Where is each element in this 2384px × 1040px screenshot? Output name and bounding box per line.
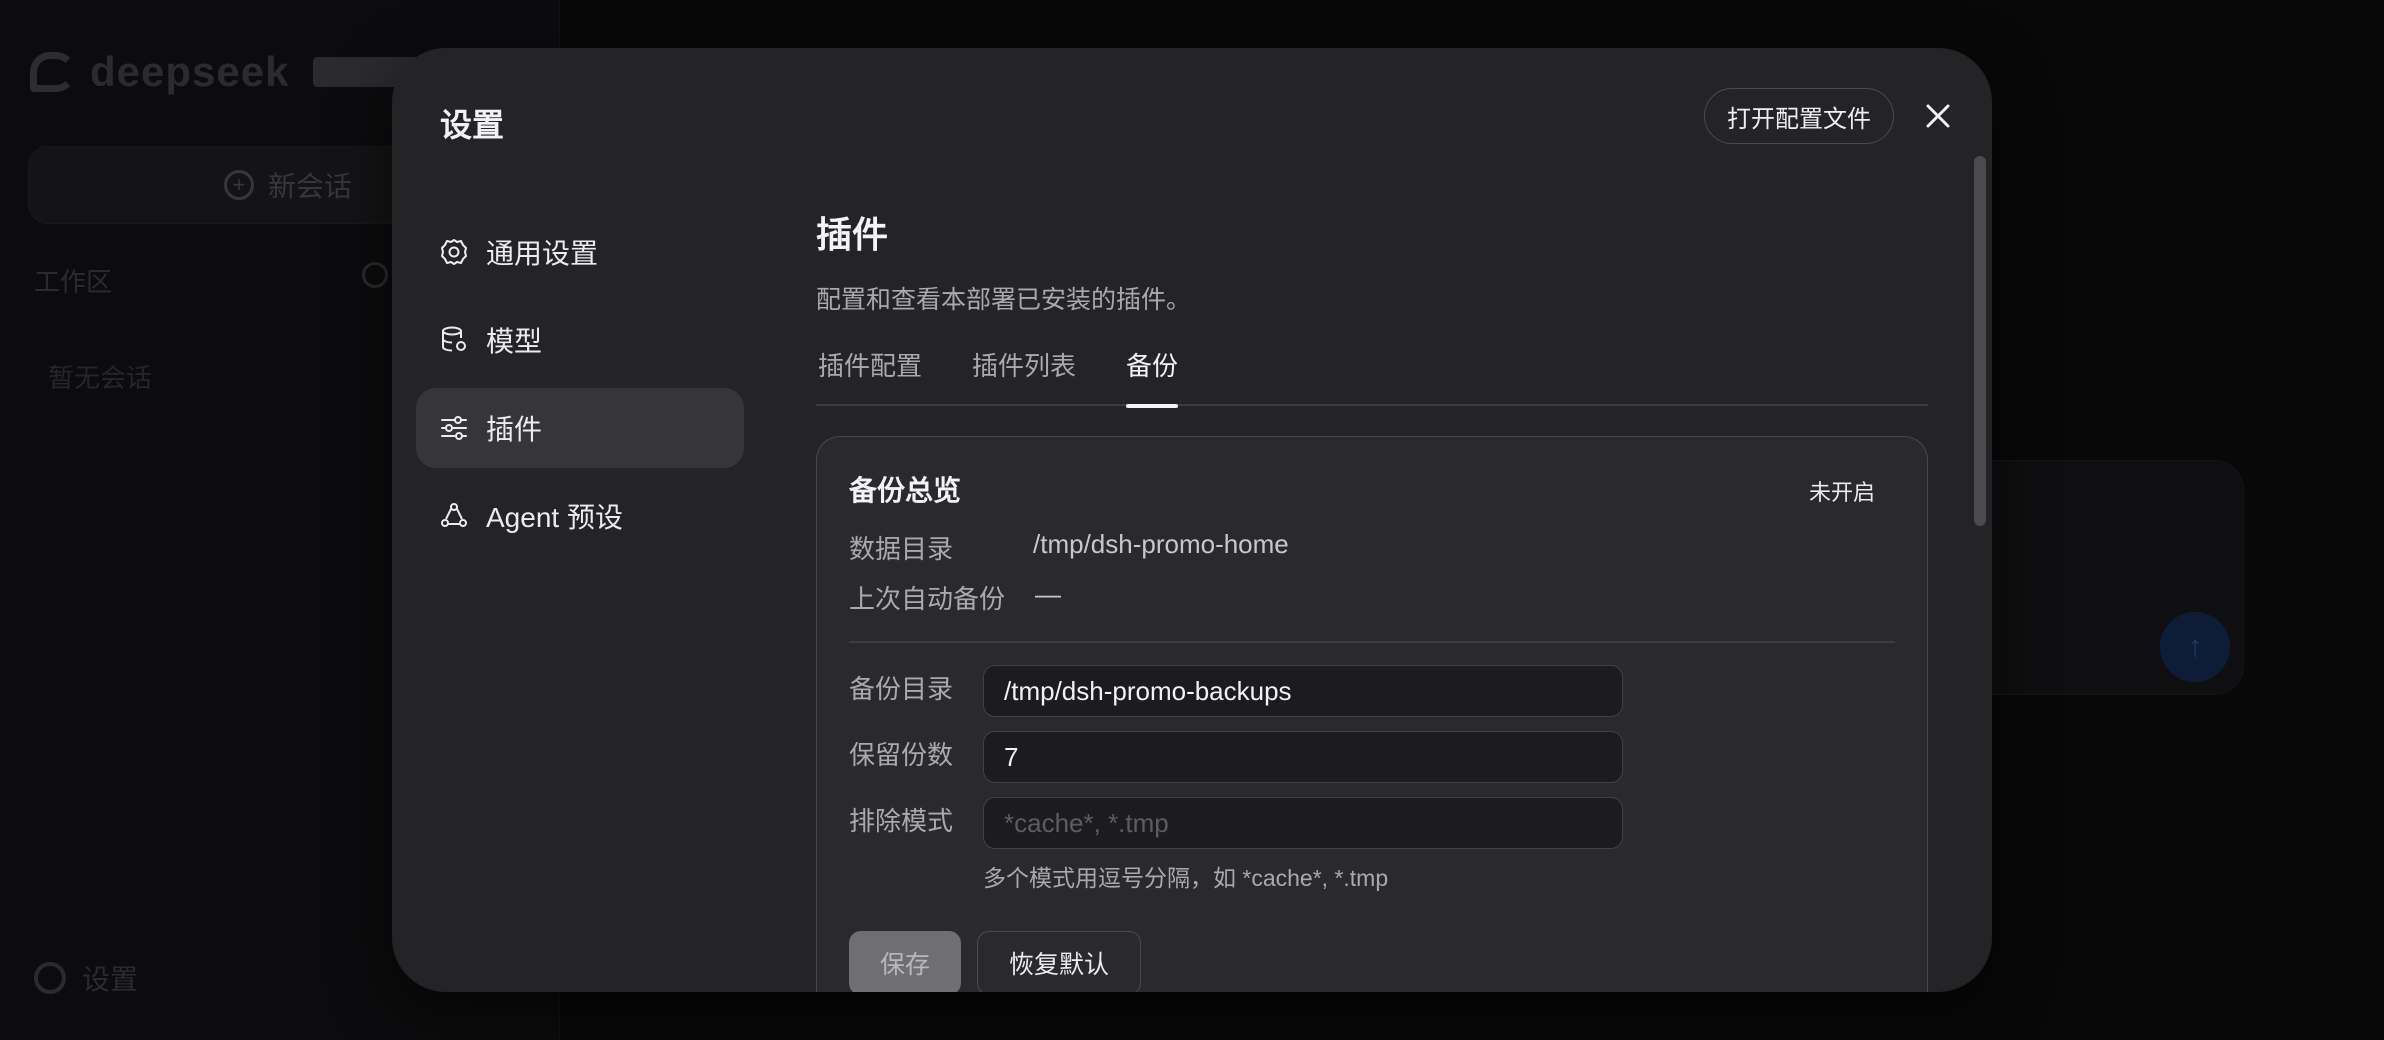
section-title: 插件: [816, 214, 889, 255]
tab-plugin-config[interactable]: 插件配置: [818, 344, 922, 406]
last-backup-label: 上次自动备份: [849, 584, 1006, 614]
status-badge: 未开启: [1808, 480, 1875, 505]
scrollbar[interactable]: [1974, 156, 1986, 526]
tab-plugin-list[interactable]: 插件列表: [972, 344, 1076, 406]
settings-nav: 通用设置 模型 插件 Agent 预设: [416, 212, 744, 564]
last-backup-value: —: [1035, 579, 1061, 609]
save-button[interactable]: 保存: [849, 931, 961, 992]
retain-count-input[interactable]: [983, 731, 1623, 783]
settings-modal: 设置 打开配置文件 通用设置 模型 插件 Agent 预设 插件 配置和查看本部…: [392, 48, 1992, 992]
nav-item-label: 通用设置: [486, 238, 599, 269]
tab-backup[interactable]: 备份: [1126, 344, 1179, 408]
exclude-pattern-input[interactable]: [983, 797, 1623, 849]
section-description: 配置和查看本部署已安装的插件。: [816, 286, 1192, 314]
backup-dir-input[interactable]: [983, 665, 1623, 717]
nav-item-plugins[interactable]: 插件: [416, 388, 744, 468]
database-icon: [438, 324, 470, 356]
divider: [849, 641, 1895, 643]
nav-item-label: Agent 预设: [486, 502, 623, 533]
data-dir-label: 数据目录: [849, 534, 954, 564]
nav-item-label: 模型: [486, 326, 543, 357]
nav-item-model[interactable]: 模型: [416, 300, 744, 380]
exclude-pattern-label: 排除模式: [849, 806, 954, 836]
modal-title: 设置: [440, 107, 505, 143]
data-dir-value: /tmp/dsh-promo-home: [1033, 529, 1289, 559]
card-title: 备份总览: [849, 475, 962, 506]
exclude-pattern-hint: 多个模式用逗号分隔，如 *cache*, *.tmp: [983, 865, 1389, 891]
restore-defaults-button[interactable]: 恢复默认: [977, 931, 1141, 992]
nav-item-agent-presets[interactable]: Agent 预设: [416, 476, 744, 556]
settings-content: 插件 配置和查看本部署已安装的插件。 插件配置 插件列表 备份 备份总览 未开启…: [816, 158, 1928, 992]
close-icon[interactable]: [1916, 94, 1960, 138]
open-config-button[interactable]: 打开配置文件: [1704, 88, 1894, 144]
nav-item-label: 插件: [486, 414, 543, 445]
plugin-tabs: 插件配置 插件列表 备份: [816, 344, 1928, 408]
gear-icon: [438, 236, 470, 268]
nav-item-general[interactable]: 通用设置: [416, 212, 744, 292]
backup-dir-label: 备份目录: [849, 674, 954, 704]
agent-icon: [438, 500, 470, 532]
retain-count-label: 保留份数: [849, 740, 954, 770]
sliders-icon: [438, 412, 470, 444]
backup-overview-card: 备份总览 未开启 数据目录 /tmp/dsh-promo-home 上次自动备份…: [816, 436, 1928, 992]
